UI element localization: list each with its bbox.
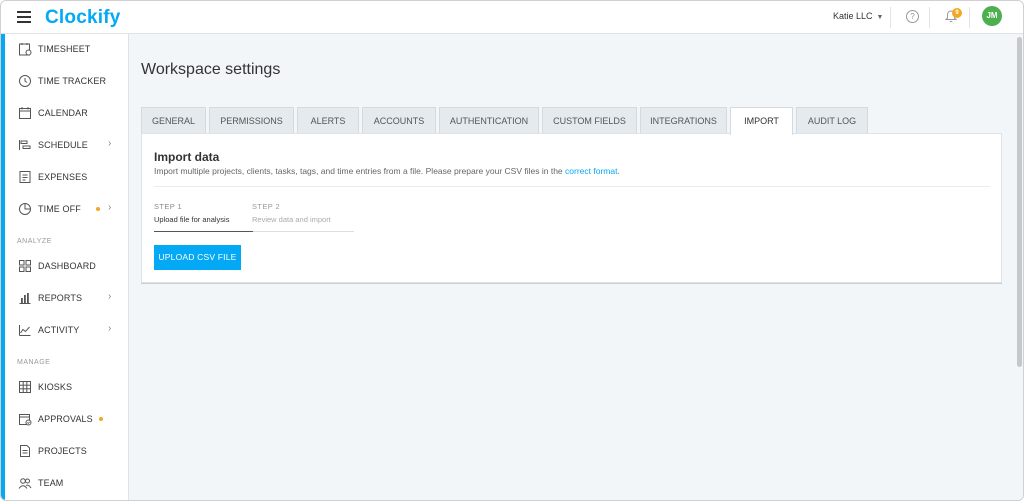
upload-csv-button[interactable]: UPLOAD CSV FILE bbox=[154, 245, 241, 270]
step-number: STEP 2 bbox=[252, 202, 281, 211]
tab-audit-log[interactable]: AUDIT LOG bbox=[796, 107, 868, 134]
tab-authentication[interactable]: AUTHENTICATION bbox=[439, 107, 539, 134]
sidebar-item-label: TIME OFF bbox=[38, 204, 81, 214]
status-dot bbox=[96, 207, 100, 211]
step-text: Upload file for analysis bbox=[154, 215, 230, 224]
timesheet-icon bbox=[19, 43, 32, 56]
chevron-right-icon: › bbox=[108, 138, 112, 149]
tab-general[interactable]: GENERAL bbox=[141, 107, 206, 134]
section-label-manage: MANAGE bbox=[17, 359, 51, 366]
import-panel: Import data Import multiple projects, cl… bbox=[141, 133, 1002, 283]
step-2: STEP 2 Review data and import bbox=[252, 202, 331, 224]
sidebar-item-reports[interactable]: REPORTS › bbox=[5, 283, 128, 313]
divider bbox=[154, 186, 990, 187]
projects-icon bbox=[20, 445, 30, 457]
calendar-icon bbox=[19, 107, 31, 119]
clock-icon bbox=[19, 75, 31, 87]
import-description: Import multiple projects, clients, tasks… bbox=[154, 166, 620, 176]
page-title: Workspace settings bbox=[141, 61, 281, 78]
sidebar-item-label: DASHBOARD bbox=[38, 261, 96, 271]
step-progress-active bbox=[154, 231, 253, 232]
sidebar-item-kiosks[interactable]: KIOSKS bbox=[5, 372, 128, 402]
time-off-icon bbox=[19, 203, 31, 215]
sidebar-item-label: APPROVALS bbox=[38, 414, 93, 424]
divider bbox=[969, 7, 970, 28]
sidebar-item-label: TIMESHEET bbox=[38, 44, 91, 54]
approvals-icon bbox=[19, 414, 32, 426]
notification-badge: 9 bbox=[952, 8, 962, 18]
divider bbox=[890, 7, 891, 28]
sidebar-item-label: REPORTS bbox=[38, 293, 83, 303]
sidebar-item-expenses[interactable]: EXPENSES bbox=[5, 162, 128, 192]
chevron-right-icon: › bbox=[108, 202, 112, 213]
tab-import[interactable]: IMPORT bbox=[730, 107, 793, 135]
reports-icon bbox=[19, 293, 31, 304]
sidebar-item-label: TEAM bbox=[38, 478, 64, 488]
sidebar-item-activity[interactable]: ACTIVITY › bbox=[5, 315, 128, 345]
divider bbox=[929, 7, 930, 28]
sidebar-item-time-off[interactable]: TIME OFF › bbox=[5, 194, 128, 224]
logo-mark: C bbox=[45, 7, 59, 28]
sidebar-item-timesheet[interactable]: TIMESHEET bbox=[5, 34, 128, 64]
schedule-icon bbox=[19, 140, 31, 150]
sidebar-item-calendar[interactable]: CALENDAR bbox=[5, 98, 128, 128]
logo[interactable]: Clockify bbox=[45, 7, 121, 29]
correct-format-link[interactable]: correct format bbox=[565, 166, 617, 176]
tab-integrations[interactable]: INTEGRATIONS bbox=[640, 107, 727, 134]
sidebar-item-projects[interactable]: PROJECTS bbox=[5, 436, 128, 466]
sidebar-item-label: ACTIVITY bbox=[38, 325, 80, 335]
sidebar-item-label: EXPENSES bbox=[38, 172, 88, 182]
tab-custom-fields[interactable]: CUSTOM FIELDS bbox=[542, 107, 637, 134]
menu-icon[interactable] bbox=[17, 11, 31, 23]
sidebar-item-approvals[interactable]: APPROVALS bbox=[5, 404, 128, 434]
step-1: STEP 1 Upload file for analysis bbox=[154, 202, 229, 224]
sidebar-item-time-tracker[interactable]: TIME TRACKER bbox=[5, 66, 128, 96]
caret-down-icon: ▼ bbox=[876, 14, 884, 21]
chevron-right-icon: › bbox=[108, 323, 112, 334]
tab-accounts[interactable]: ACCOUNTS bbox=[362, 107, 436, 134]
tab-permissions[interactable]: PERMISSIONS bbox=[209, 107, 294, 134]
sidebar-item-label: SCHEDULE bbox=[38, 140, 88, 150]
team-icon bbox=[18, 478, 32, 489]
status-dot bbox=[99, 417, 103, 421]
sidebar-item-schedule[interactable]: SCHEDULE › bbox=[5, 130, 128, 160]
sidebar-item-dashboard[interactable]: DASHBOARD bbox=[5, 251, 128, 281]
sidebar-item-label: PROJECTS bbox=[38, 446, 87, 456]
dashboard-icon bbox=[19, 260, 31, 272]
scrollbar-thumb[interactable] bbox=[1017, 37, 1022, 367]
sidebar-item-label: CALENDAR bbox=[38, 108, 88, 118]
step-text: Review data and import bbox=[252, 215, 331, 224]
activity-icon bbox=[19, 325, 31, 336]
avatar[interactable]: JM bbox=[982, 6, 1002, 26]
sidebar-item-label: TIME TRACKER bbox=[38, 76, 107, 86]
import-heading: Import data bbox=[154, 150, 220, 164]
import-description-end: . bbox=[617, 166, 620, 176]
expenses-icon bbox=[19, 171, 31, 183]
tab-alerts[interactable]: ALERTS bbox=[297, 107, 359, 134]
sidebar: TIMESHEET TIME TRACKER CALENDAR SCHEDULE… bbox=[1, 34, 129, 500]
logo-text: lockify bbox=[58, 7, 121, 28]
workspace-switcher[interactable]: Katie LLC ▼ bbox=[833, 11, 883, 21]
step-number: STEP 1 bbox=[154, 202, 183, 211]
top-bar: Clockify Katie LLC ▼ ? 9 JM bbox=[1, 1, 1023, 34]
section-label-analyze: ANALYZE bbox=[17, 238, 52, 245]
sidebar-item-label: KIOSKS bbox=[38, 382, 73, 392]
help-icon[interactable]: ? bbox=[906, 10, 919, 23]
step-progress-inactive bbox=[253, 231, 354, 232]
kiosks-icon bbox=[19, 381, 31, 393]
app-window: Clockify Katie LLC ▼ ? 9 JM TIMESHEET TIM… bbox=[0, 0, 1024, 501]
import-description-text: Import multiple projects, clients, tasks… bbox=[154, 166, 566, 176]
workspace-name: Katie LLC bbox=[833, 11, 873, 21]
chevron-right-icon: › bbox=[108, 291, 112, 302]
sidebar-item-team[interactable]: TEAM bbox=[5, 468, 128, 498]
